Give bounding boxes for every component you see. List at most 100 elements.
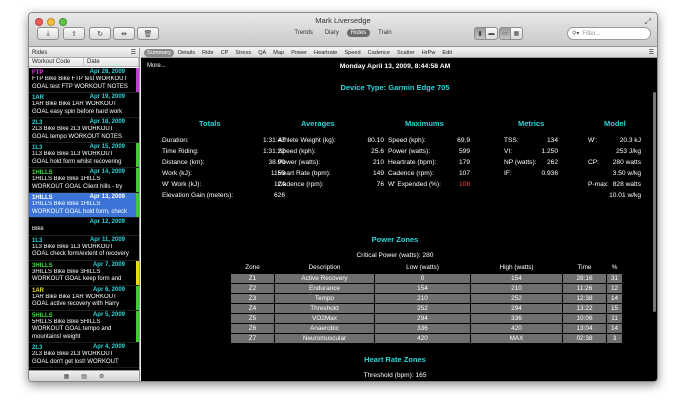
zone-cell: Neuromuscular	[274, 332, 375, 344]
ride-notes: 1L3 Bike Bike 1L3 WORKOUT GOAL check for…	[32, 243, 129, 258]
tab-speed[interactable]: Speed	[341, 49, 363, 57]
ride-date: Apr 18, 2009	[89, 119, 125, 125]
ride-list-item[interactable]: 1HILLS Apr 14, 2009 1HILLS Bike Bike 1HILL…	[29, 168, 139, 193]
model-row: 10.01 w/kg	[588, 190, 641, 201]
calendar-icon[interactable]: ▦	[64, 373, 70, 380]
ride-list-item[interactable]: 1AR Apr 19, 2009 1AR Bike Bike 1AR WORKOUT…	[29, 93, 139, 118]
tab-map[interactable]: Map	[270, 49, 287, 57]
ride-list-item[interactable]: 1L3 Apr 15, 2009 1L3 Bike Bike 1L3 WORKOUT…	[29, 143, 139, 168]
averages-row: Athlete Weight (kg): 80.10	[278, 135, 384, 146]
ride-list-item[interactable]: 2L3 Apr 18, 2009 2L3 Bike Bike 2L3 WORKOUT…	[29, 118, 139, 143]
maximums-row: Speed (kph): 69.9	[388, 135, 470, 146]
ride-notes: 5HILLS Bike Bike 5HILLS WORKOUT GOAL tem…	[32, 318, 112, 340]
maximums-label: Power (watts):	[388, 148, 431, 155]
totals-row: Distance (km): 38.90	[162, 157, 285, 168]
tab-scatter[interactable]: Scatter	[394, 49, 418, 57]
ride-list-item[interactable]: 3HILLS Apr 7, 2009 3HILLS Bike Bike 3HILLS…	[29, 260, 139, 286]
zone-cell: Tempo	[274, 292, 375, 304]
ride-date: Apr 6, 2009	[92, 286, 125, 293]
averages-label: Speed (kph):	[278, 148, 316, 155]
tab-cadence[interactable]: Cadence	[365, 49, 393, 57]
maximums-value: 179	[458, 159, 470, 166]
totals-value: 626	[273, 192, 285, 199]
totals-row: W' Work (kJ): 124	[162, 179, 285, 190]
totals-label: Distance (km):	[162, 159, 205, 166]
ride-list-item[interactable]: 1AR Apr 6, 2009 1AR Bike Bike 1AR WORKOUT …	[29, 285, 139, 311]
ride-notes: FTP Bike Bike FTP test WORKOUT GOAL test…	[32, 76, 128, 90]
tab-cp[interactable]: CP	[218, 49, 232, 57]
model-value: 20.3 kJ	[619, 137, 641, 144]
ride-date: Apr 11, 2009	[89, 236, 125, 243]
ride-workout-code: 1L3	[32, 237, 43, 244]
zone-cell: 11	[605, 312, 624, 324]
summary-scrollbar[interactable]	[653, 92, 656, 312]
tab-edit[interactable]: Edit	[439, 49, 455, 57]
search-icon: ⚲▾	[572, 31, 580, 37]
ride-list-item[interactable]: 1L3 Apr 11, 2009 1L3 Bike Bike 1L3 WORKOUT…	[29, 236, 139, 261]
maximums-label: W' Expended (%):	[388, 181, 441, 188]
maximums-row: Power (watts): 599	[388, 146, 470, 157]
zones-column-header: Description	[308, 264, 341, 272]
tab-ride[interactable]: Ride	[199, 49, 217, 57]
settings-icon[interactable]: ⚙	[99, 373, 104, 380]
totals-row: Work (kJ): 1150	[162, 168, 285, 179]
show-bottom-panel-button[interactable]: ▬	[486, 27, 498, 40]
ride-list-item[interactable]: FTP Apr 28, 2009 FTP Bike Bike FTP test WO…	[29, 68, 139, 93]
totals-label: Work (kJ):	[162, 170, 192, 177]
view-tab-diary[interactable]: Diary	[321, 29, 343, 37]
model-label: CP:	[588, 159, 599, 166]
tab-power[interactable]: Power	[288, 49, 310, 57]
maximums-label: Speed (kph):	[388, 137, 426, 144]
maximums-value: 107	[458, 170, 470, 177]
tab-heartrate[interactable]: Heartrate	[311, 49, 340, 57]
tab-qa[interactable]: QA	[255, 49, 269, 57]
folder-icon[interactable]: ▤	[81, 373, 87, 380]
averages-value: 149	[372, 170, 384, 177]
metrics-value: 262	[546, 159, 558, 166]
ride-workout-code: 1AR	[32, 287, 45, 294]
averages-value: 210	[372, 159, 384, 166]
show-sidebar-button[interactable]: ▮	[474, 27, 486, 40]
zone-cell: 14	[605, 322, 624, 334]
view-tab-train[interactable]: Train	[374, 29, 395, 37]
tabbed-layout-button[interactable]: ▭	[499, 27, 511, 40]
metrics-label: TSS:	[504, 137, 519, 144]
averages-label: Cadence (rpm):	[278, 181, 324, 188]
tab-summary[interactable]: Summary	[144, 48, 174, 57]
ride-list-item[interactable]: Apr 12, 2009 Bike	[29, 218, 139, 236]
tab-details[interactable]: Details	[175, 49, 198, 57]
view-tab-rides[interactable]: Rides	[346, 29, 371, 37]
view-tab-trends[interactable]: Trends	[290, 29, 316, 37]
ride-notes: 3HILLS Bike Bike 3HILLS WORKOUT GOAL kee…	[32, 268, 122, 283]
maximums-row: Heartrate (bpm): 179	[388, 157, 470, 168]
ride-notes: 2L3 Bike Bike 2L3 WORKOUT GOAL tempo WOR…	[32, 126, 123, 140]
zone-cell: Z1	[230, 272, 275, 284]
column-workout-code[interactable]: Workout Code	[29, 58, 84, 66]
ride-list-item[interactable]: 2L3 Apr 4, 2009 2L3 Bike Bike 2L3 WORKOUT …	[29, 343, 139, 368]
zones-column-header: Time	[577, 264, 592, 272]
zone-cell: Z6	[230, 322, 275, 334]
maximums-row: W' Expended (%): 108	[388, 179, 470, 190]
averages-row: Power (watts): 210	[278, 157, 384, 168]
ride-color-bar	[136, 260, 139, 285]
sidebar-menu-icon[interactable]: ☰	[131, 48, 136, 58]
filter-input[interactable]: ⚲▾ Filter...	[567, 27, 651, 40]
tab-hrpw[interactable]: HrPw	[419, 49, 439, 57]
zone-cell: 336	[470, 312, 563, 324]
ride-date: Apr 19, 2009	[89, 94, 125, 100]
tiled-layout-button[interactable]: ▦	[511, 27, 523, 40]
ride-date: Apr 28, 2009	[89, 69, 125, 75]
ride-list-item[interactable]: 1HILLS Apr 13, 2009 1HILLS Bike Bike 1HILL…	[29, 193, 139, 218]
zone-cell: 02:38	[562, 332, 607, 344]
fullscreen-icon[interactable]: ⤢	[645, 17, 651, 27]
tabs-menu-icon[interactable]: ☰	[649, 49, 654, 56]
column-date[interactable]: Date	[84, 58, 139, 66]
zone-row: Z2 Endurance 154 210 11:26 12	[230, 282, 624, 294]
zones-column-header: High (watts)	[499, 264, 534, 272]
ride-list-item[interactable]: 5HILLS Apr 5, 2009 5HILLS Bike Bike 5HILLS…	[29, 310, 139, 343]
totals-stats: Duration: 1:31:47 Time Riding: 1:31:22 Dista…	[162, 135, 285, 201]
zone-cell: Threshold	[274, 302, 375, 314]
model-value: 3.50 w/kg	[612, 170, 641, 177]
tab-stress[interactable]: Stress	[232, 49, 254, 57]
zone-cell: Z5	[230, 312, 275, 324]
